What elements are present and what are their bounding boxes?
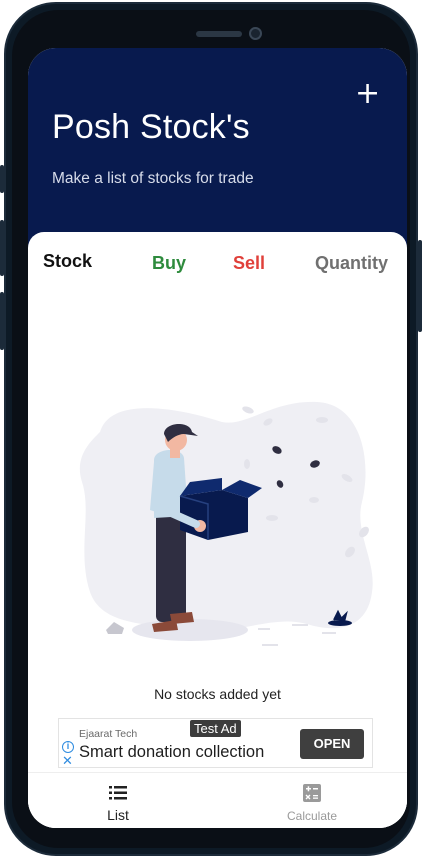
column-header-buy: Buy <box>152 253 187 273</box>
phone-frame: + Posh Stock's Make a list of stocks for… <box>4 2 418 856</box>
person-holding-box-illustration <box>79 401 373 646</box>
volume-down-button <box>0 220 4 276</box>
nav-label-calculate: Calculate <box>286 809 338 823</box>
column-header-stock: Stock <box>43 251 93 271</box>
ad-advertiser: Ejaarat Tech <box>79 728 138 740</box>
volume-up-button <box>0 165 4 193</box>
list-icon <box>109 786 127 800</box>
nav-item-calculate[interactable]: Calculate <box>252 773 372 828</box>
column-header-quantity: Quantity <box>315 253 389 273</box>
ad-banner[interactable]: i ✕ Ejaarat Tech Test Ad Smart donation … <box>58 718 373 768</box>
side-key <box>0 292 4 350</box>
front-camera <box>249 27 262 40</box>
nav-item-list[interactable]: List <box>58 773 178 828</box>
power-button <box>418 240 422 332</box>
ad-headline[interactable]: Smart donation collection <box>79 743 264 762</box>
nav-label-list: List <box>107 807 129 823</box>
app-header: + Posh Stock's Make a list of stocks for… <box>28 48 407 258</box>
ad-test-badge: Test Ad <box>190 720 241 737</box>
app-screen: + Posh Stock's Make a list of stocks for… <box>28 48 407 828</box>
column-header-sell: Sell <box>233 253 266 273</box>
speaker-grille <box>196 31 242 37</box>
plus-icon: + <box>355 76 381 111</box>
info-icon[interactable]: i <box>62 741 74 753</box>
add-stock-button[interactable]: + <box>355 79 380 109</box>
empty-state-message: No stocks added yet <box>154 686 281 702</box>
ad-open-button[interactable]: OPEN <box>300 729 364 759</box>
page-subtitle: Make a list of stocks for trade <box>52 170 254 187</box>
close-icon[interactable]: ✕ <box>62 754 73 767</box>
calculator-icon <box>303 784 321 802</box>
bottom-navigation: List Calculate <box>28 772 407 828</box>
page-title: Posh Stock's <box>52 108 250 146</box>
stock-list-card: Stock Buy Sell Quantity No stocks added … <box>28 232 407 828</box>
